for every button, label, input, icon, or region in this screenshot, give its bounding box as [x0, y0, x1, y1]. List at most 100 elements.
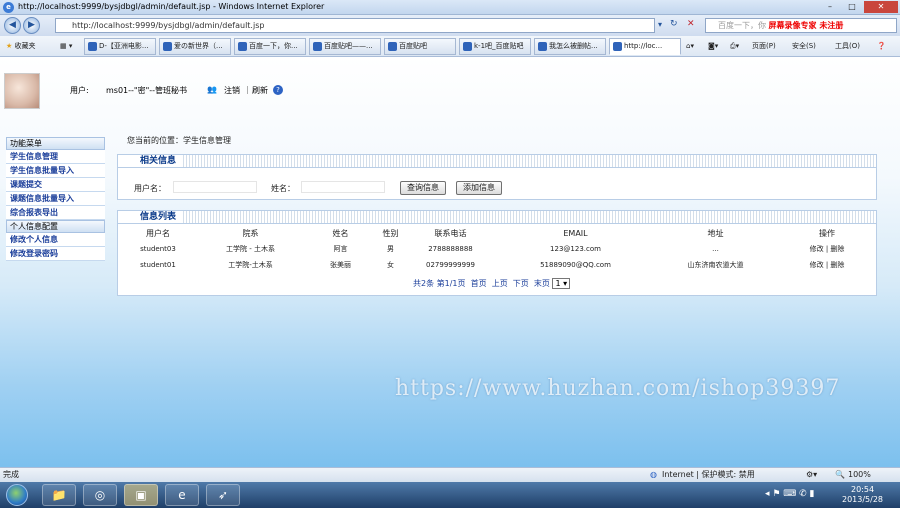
- paw-icon: [313, 42, 322, 51]
- favorites-label: 收藏夹: [14, 42, 36, 50]
- tab-7-active[interactable]: http://loc...: [609, 38, 681, 55]
- explorer-icon[interactable]: 📁: [42, 484, 76, 506]
- tab-2[interactable]: 百度一下，你...: [234, 38, 306, 55]
- col-phone: 联系电话: [434, 228, 467, 238]
- username-input[interactable]: [173, 181, 257, 193]
- cell-username: student03: [140, 245, 176, 253]
- cell-actions: 修改 | 删除: [809, 261, 845, 269]
- sidebar-item-report-export[interactable]: 综合报表导出: [6, 206, 105, 220]
- address-toolbar: ◀ ▶ http://localhost:9999/bysjdbgl/admin…: [0, 15, 900, 36]
- sidebar-item-student-info[interactable]: 学生信息管理: [6, 150, 105, 164]
- url-input[interactable]: http://localhost:9999/bysjdbgl/admin/def…: [55, 18, 655, 33]
- zone-text: Internet | 保护模式: 禁用: [662, 470, 755, 479]
- media-icon[interactable]: ◎: [83, 484, 117, 506]
- cell-actions: 修改 | 删除: [809, 245, 845, 253]
- page-icon: [613, 42, 622, 51]
- tab-0[interactable]: D-【亚洲电影...: [84, 38, 156, 55]
- stop-icon[interactable]: ✕: [687, 19, 695, 29]
- print-icon[interactable]: ⎙▾: [730, 39, 739, 53]
- feather-app-icon[interactable]: ➶: [206, 484, 240, 506]
- menu-tools[interactable]: 工具(O): [835, 39, 860, 53]
- paw-icon: [463, 42, 472, 51]
- cell-email: 123@123.com: [550, 245, 601, 253]
- avatar: [4, 73, 40, 109]
- tab-1[interactable]: 爱の新世界（...: [159, 38, 231, 55]
- tab-4[interactable]: 百度贴吧: [384, 38, 456, 55]
- edit-link[interactable]: 修改: [810, 245, 824, 253]
- favorites-bar: ★ 收藏夹 ▦ ▾ D-【亚洲电影... 爱の新世界（... 百度一下，你...…: [0, 36, 900, 57]
- pager-total: 共2条: [413, 279, 435, 288]
- sidebar-item-change-password[interactable]: 修改登录密码: [6, 247, 105, 261]
- refresh-link[interactable]: 刷新: [252, 85, 268, 96]
- tab-5[interactable]: k-1吧_百度贴吧: [459, 38, 531, 55]
- close-button[interactable]: ✕: [864, 1, 898, 13]
- delete-link[interactable]: 删除: [830, 245, 844, 253]
- status-text: 完成: [3, 470, 19, 479]
- search-hint: 百度一下，你: [718, 21, 766, 30]
- tray-icons[interactable]: ◂ ⚑ ⌨ ✆ ▮: [765, 489, 815, 499]
- forward-arrow-icon[interactable]: ▶: [23, 17, 40, 34]
- back-arrow-icon[interactable]: ◀: [4, 17, 21, 34]
- user-label: 用户:: [70, 86, 89, 95]
- maximize-button[interactable]: □: [842, 1, 862, 13]
- url-dropdown-icon[interactable]: ▾: [658, 20, 662, 29]
- cell-phone: 2788888888: [428, 245, 473, 253]
- pager: 共2条 第1/1页 首页 上页 下页 末页 1 ▾: [413, 278, 571, 289]
- delete-link[interactable]: 删除: [830, 261, 844, 269]
- tab-6[interactable]: 我怎么被删帖...: [534, 38, 606, 55]
- add-button[interactable]: 添加信息: [456, 181, 502, 195]
- page-select[interactable]: 1 ▾: [552, 278, 571, 289]
- search-input[interactable]: 百度一下，你 屏幕录像专家 未注册: [705, 18, 897, 33]
- refresh-icon[interactable]: ↻: [670, 19, 678, 29]
- favorites-button[interactable]: ★ 收藏夹: [6, 39, 36, 53]
- sidebar-item-topic-import[interactable]: 课题信息批量导入: [6, 192, 105, 206]
- search-panel: 相关信息 用户名： 姓名： 查询信息 添加信息: [117, 154, 877, 200]
- menu-page[interactable]: 页面(P): [752, 39, 776, 53]
- divider: |: [246, 85, 249, 94]
- tab-label: k-1吧_百度贴吧: [474, 42, 524, 50]
- col-username: 用户名: [146, 228, 170, 238]
- cell-address: 山东济南农道大道: [687, 261, 744, 269]
- window-title: http://localhost:9999/bysjdbgl/admin/def…: [18, 2, 325, 11]
- col-address: 地址: [707, 228, 724, 238]
- tab-3[interactable]: 百度贴吧——...: [309, 38, 381, 55]
- sidebar-item-edit-profile[interactable]: 修改个人信息: [6, 233, 105, 247]
- sidebar-item-student-import[interactable]: 学生信息批量导入: [6, 164, 105, 178]
- paw-icon: [238, 42, 247, 51]
- start-button[interactable]: [6, 484, 28, 506]
- logout-link[interactable]: 注销: [224, 85, 240, 96]
- minimize-button[interactable]: –: [820, 1, 840, 13]
- query-button[interactable]: 查询信息: [400, 181, 446, 195]
- tab-list-icon[interactable]: ▦ ▾: [60, 39, 72, 53]
- sidebar-item-topic-submit[interactable]: 课题提交: [6, 178, 105, 192]
- page-content: 用户: ms01--"密"--管班秘书 👥 注销 | 刷新 ? 功能菜单 学生信…: [0, 57, 900, 467]
- screen-recorder-icon[interactable]: ▣: [124, 484, 158, 506]
- sidebar-section-personal: 个人信息配置: [6, 220, 105, 233]
- rss-icon[interactable]: ◙▾: [708, 39, 718, 53]
- name-input[interactable]: [301, 181, 385, 193]
- help-icon[interactable]: ❓: [877, 39, 886, 53]
- people-icon: 👥: [207, 85, 217, 94]
- pager-prev[interactable]: 上页: [492, 279, 508, 288]
- panel-title: 信息列表: [118, 211, 183, 223]
- clock[interactable]: 20:54 2013/5/28: [842, 485, 883, 505]
- help-icon[interactable]: ?: [273, 85, 283, 95]
- clock-time: 20:54: [850, 485, 875, 494]
- pager-next[interactable]: 下页: [513, 279, 529, 288]
- pager-last[interactable]: 末页: [534, 279, 550, 288]
- zoom-level[interactable]: 100%: [848, 468, 871, 482]
- paw-icon: [538, 42, 547, 51]
- security-icon[interactable]: ⚙▾: [806, 468, 817, 482]
- pager-first[interactable]: 首页: [471, 279, 487, 288]
- window-titlebar: e http://localhost:9999/bysjdbgl/admin/d…: [0, 0, 900, 15]
- ie-icon[interactable]: e: [165, 484, 199, 506]
- page-icon: [88, 42, 97, 51]
- cell-name: 张美丽: [330, 261, 351, 269]
- edit-link[interactable]: 修改: [810, 261, 824, 269]
- home-icon[interactable]: ⌂▾: [686, 39, 694, 53]
- cell-address: ...: [712, 245, 719, 253]
- menu-safety[interactable]: 安全(S): [792, 39, 816, 53]
- col-name: 姓名: [332, 228, 349, 238]
- cell-gender: 男: [387, 245, 394, 253]
- panel-header: 信息列表: [118, 211, 876, 224]
